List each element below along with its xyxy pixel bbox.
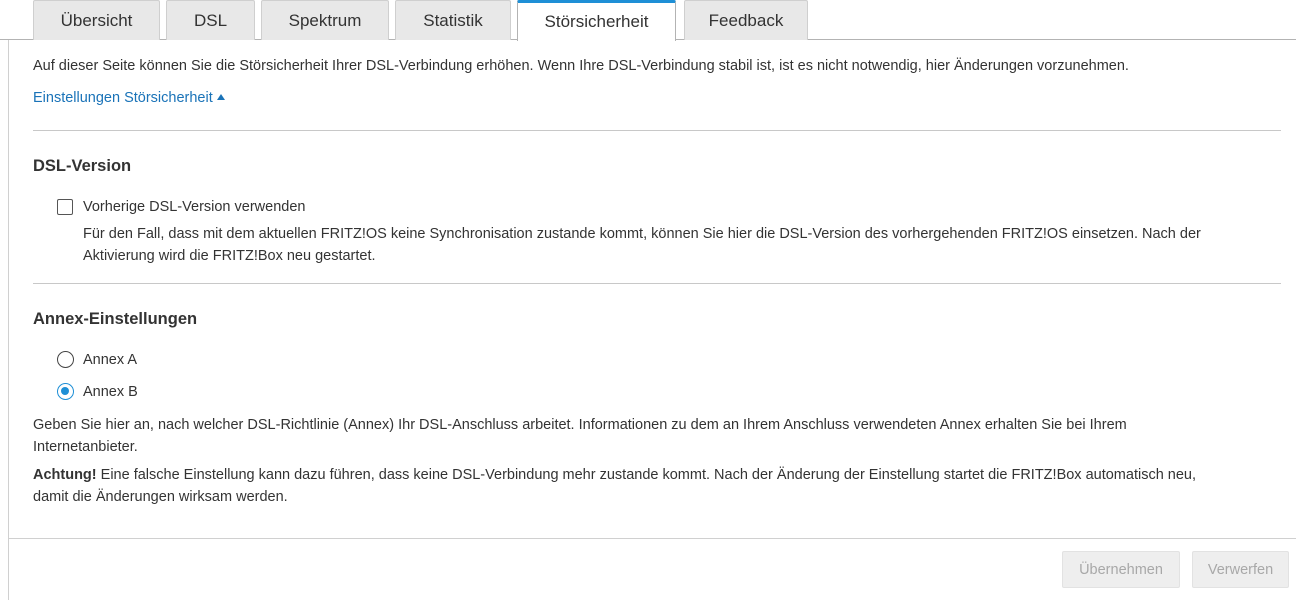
annex-warning-text-2: damit die Änderungen wirksam werden. — [33, 489, 288, 505]
tab-statistik[interactable]: Statistik — [395, 0, 511, 40]
apply-button[interactable]: Übernehmen — [1062, 551, 1180, 588]
previous-dsl-version-label[interactable]: Vorherige DSL-Version verwenden — [83, 196, 305, 218]
annex-a-label[interactable]: Annex A — [83, 349, 137, 371]
tab-spektrum[interactable]: Spektrum — [261, 0, 389, 40]
settings-toggle-link[interactable]: Einstellungen Störsicherheit — [33, 87, 225, 109]
content-panel: Auf dieser Seite können Sie die Störsich… — [8, 40, 1296, 600]
warning-label: Achtung! — [33, 467, 97, 483]
settings-link-label: Einstellungen Störsicherheit — [33, 90, 213, 106]
tab-uebersicht[interactable]: Übersicht — [33, 0, 160, 40]
caret-up-icon — [216, 94, 225, 100]
annex-heading: Annex-Einstellungen — [33, 310, 198, 328]
annex-info-text-2: Internetanbieter. — [33, 439, 138, 455]
annex-info-text: Geben Sie hier an, nach welcher DSL-Rich… — [33, 417, 1127, 433]
tab-feedback[interactable]: Feedback — [684, 0, 808, 40]
annex-warning-text: Achtung! Eine falsche Einstellung kann d… — [33, 464, 1196, 486]
tab-bar: Übersicht DSL Spektrum Statistik Störsic… — [0, 0, 1296, 41]
annex-a-radio[interactable] — [57, 351, 74, 368]
dsl-version-description-2: Aktivierung wird die FRITZ!Box neu gesta… — [83, 248, 376, 264]
footer-divider — [9, 538, 1296, 539]
previous-dsl-version-checkbox[interactable] — [57, 199, 73, 215]
annex-b-radio[interactable] — [57, 383, 74, 400]
intro-text: Auf dieser Seite können Sie die Störsich… — [33, 58, 1129, 74]
dsl-version-heading: DSL-Version — [33, 157, 132, 175]
divider — [33, 130, 1281, 131]
annex-b-label[interactable]: Annex B — [83, 381, 138, 403]
warning-text: Eine falsche Einstellung kann dazu führe… — [96, 467, 1197, 483]
divider — [33, 283, 1281, 284]
discard-button[interactable]: Verwerfen — [1192, 551, 1289, 588]
dsl-version-description: Für den Fall, dass mit dem aktuellen FRI… — [83, 226, 1201, 242]
tab-stoersicherheit[interactable]: Störsicherheit — [517, 0, 676, 41]
tab-dsl[interactable]: DSL — [166, 0, 255, 40]
